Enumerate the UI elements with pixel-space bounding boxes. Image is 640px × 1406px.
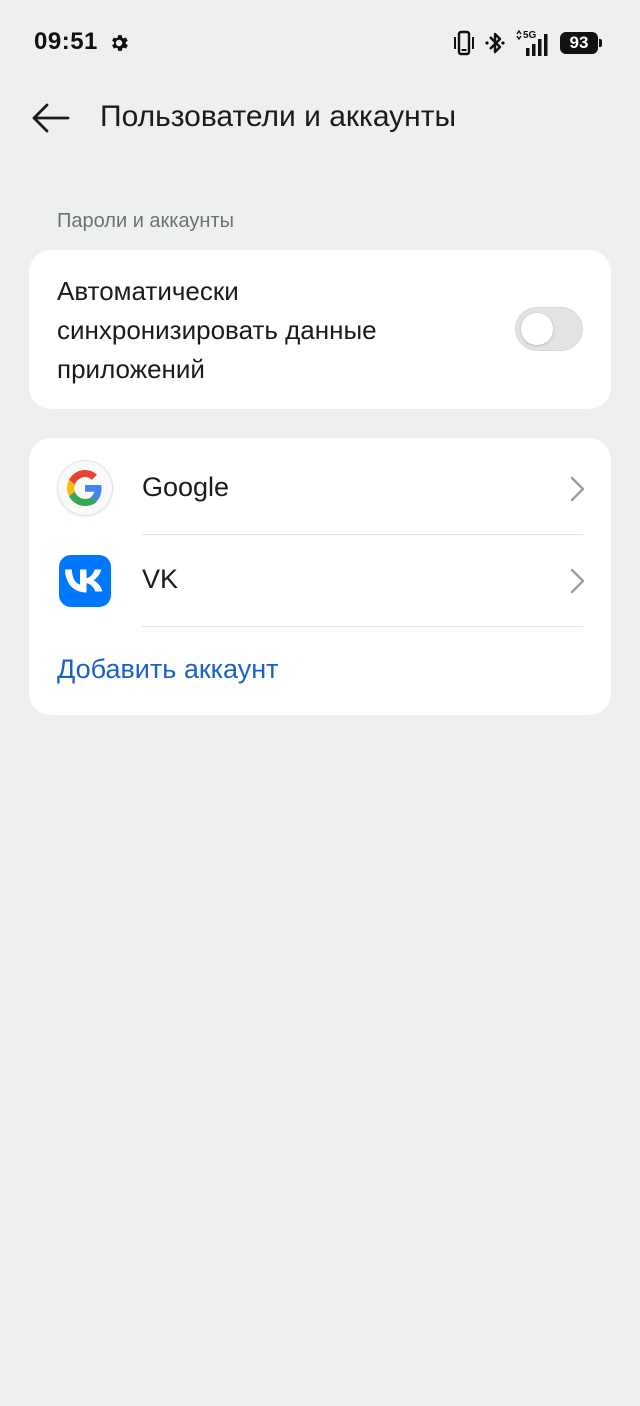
app-bar: Пользователи и аккаунты (0, 90, 640, 150)
sync-card: Автоматически синхронизировать данные пр… (29, 250, 611, 409)
vibrate-icon (452, 30, 476, 56)
account-name: Google (142, 472, 230, 502)
bluetooth-icon (484, 30, 506, 56)
sync-toggle[interactable] (515, 307, 583, 351)
accounts-card: Google VK Добавить аккаунт (29, 438, 611, 715)
status-time: 09:51 (34, 28, 98, 55)
back-arrow-icon (30, 102, 70, 139)
battery-icon: 93 (560, 32, 602, 54)
network-type: 5G (523, 30, 537, 41)
account-row-vk[interactable]: VK (29, 535, 611, 627)
add-account-link[interactable]: Добавить аккаунт (57, 654, 279, 685)
account-name: VK (142, 564, 179, 594)
status-icons: 5G 93 (452, 28, 602, 58)
chevron-right-icon (569, 475, 585, 503)
account-row-google[interactable]: Google (29, 443, 611, 535)
status-bar: 09:51 5G 93 (0, 0, 640, 84)
back-button[interactable] (24, 94, 76, 146)
google-logo-icon (58, 461, 112, 515)
signal-icon: 5G (514, 29, 552, 57)
chevron-right-icon (569, 567, 585, 595)
sync-label: Автоматически синхронизировать данные пр… (57, 276, 377, 384)
vk-logo-icon (59, 555, 111, 607)
settings-icon (108, 32, 130, 54)
toggle-knob (521, 313, 553, 345)
divider (142, 626, 583, 627)
page-title: Пользователи и аккаунты (100, 100, 457, 133)
section-label: Пароли и аккаунты (57, 210, 234, 232)
